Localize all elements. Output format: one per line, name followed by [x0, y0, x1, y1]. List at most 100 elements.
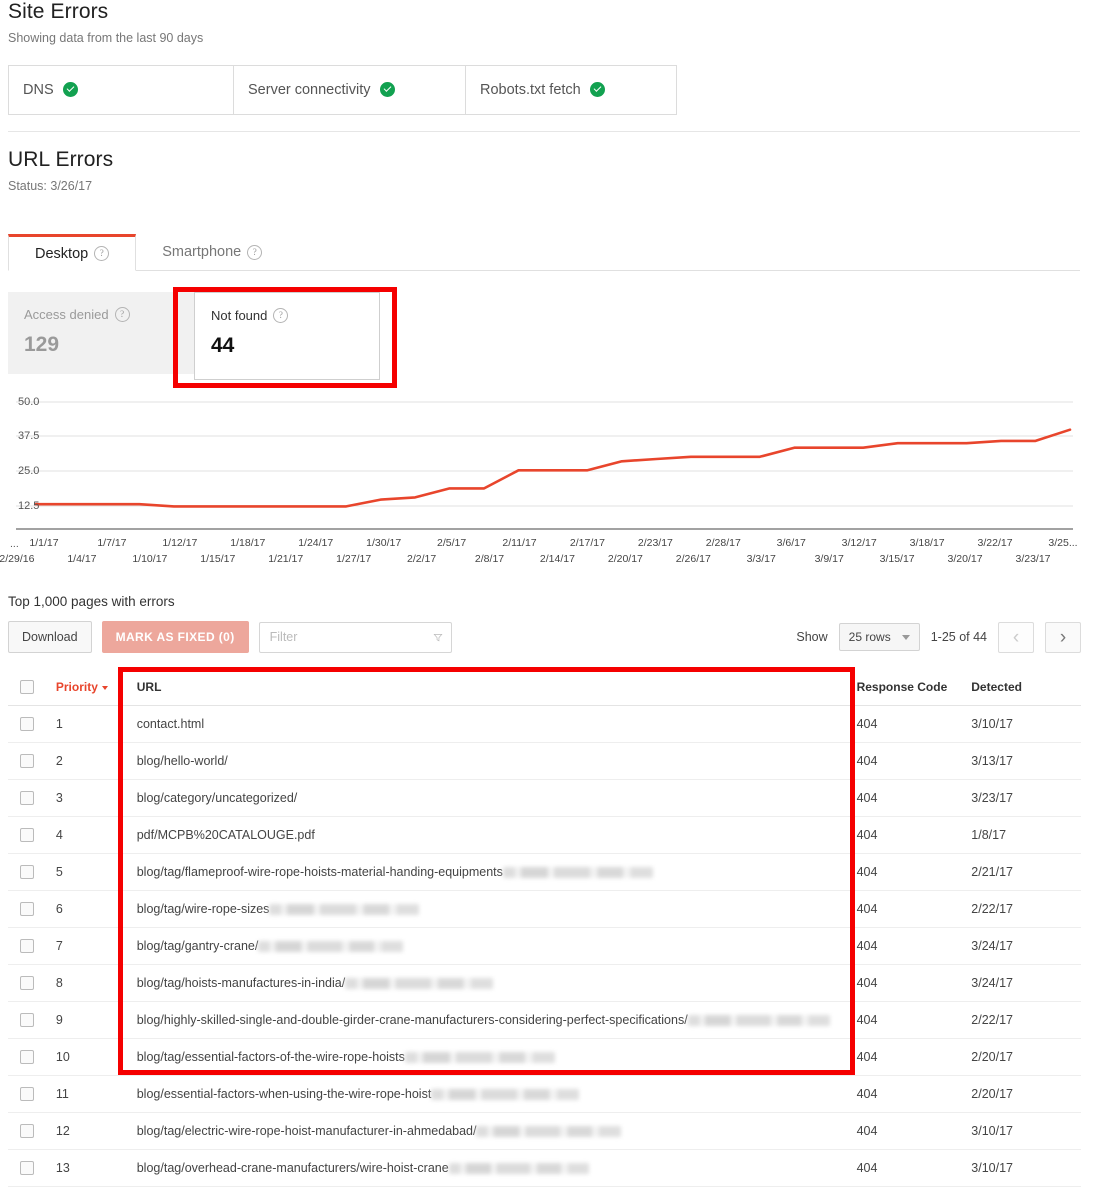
row-checkbox[interactable] [20, 1050, 34, 1064]
select-all-checkbox[interactable] [20, 680, 34, 694]
cell-url-text: blog/tag/wire-rope-sizes [136, 902, 270, 916]
x-tick-label: 2/20/17 [607, 553, 643, 565]
redacted-domain [404, 1052, 555, 1063]
cell-url[interactable]: blog/tag/gantry-crane/ [121, 927, 857, 965]
filter-input[interactable] [267, 629, 433, 645]
table-row[interactable]: 7 blog/tag/gantry-crane/404 3/24/17 [8, 927, 1081, 965]
help-icon[interactable]: ? [114, 307, 130, 322]
row-checkbox[interactable] [20, 1124, 34, 1138]
row-checkbox[interactable] [20, 754, 34, 768]
error-card-label-text: Access denied [24, 307, 109, 322]
table-row[interactable]: 2 blog/hello-world/404 3/13/17 [8, 742, 1081, 780]
help-icon[interactable]: ? [273, 308, 289, 323]
cell-url[interactable]: blog/tag/essential-factors-of-the-wire-r… [121, 1038, 857, 1076]
mark-as-fixed-button[interactable]: MARK AS FIXED (0) [101, 621, 249, 653]
cell-url-text: blog/category/uncategorized/ [136, 791, 298, 805]
tab-desktop[interactable]: Desktop ? [8, 234, 137, 271]
row-checkbox[interactable] [20, 717, 34, 731]
site-check-dns[interactable]: DNS [9, 66, 234, 114]
previous-page-button[interactable]: ‹ [998, 621, 1034, 653]
funnel-icon[interactable] [433, 630, 443, 645]
url-errors-title: URL Errors [8, 148, 114, 171]
cell-priority: 6 [55, 890, 122, 928]
x-tick-label: 3/22/17 [977, 537, 1013, 549]
cell-url[interactable]: contact.html [121, 705, 857, 743]
table-row[interactable]: 10 blog/tag/essential-factors-of-the-wire… [8, 1038, 1081, 1076]
y-tick-50: 50.0 [18, 396, 40, 408]
row-checkbox[interactable] [20, 902, 34, 916]
chart-series-line [34, 428, 1072, 508]
cell-url[interactable]: blog/category/uncategorized/ [121, 779, 857, 817]
row-checkbox[interactable] [20, 865, 34, 879]
help-icon[interactable]: ? [247, 244, 263, 260]
cell-url-text: blog/tag/flameproof-wire-rope-hoists-mat… [136, 865, 503, 879]
filter-field[interactable] [258, 621, 452, 653]
table-row[interactable]: 4 pdf/MCPB%20CATALOUGE.pdf 404 1/8/17 [8, 816, 1081, 854]
x-axis-leading-ellipsis: ... [10, 538, 19, 550]
table-row[interactable]: 8 blog/tag/hoists-manufactures-in-india/4… [8, 964, 1081, 1002]
error-card-not-found-value: 44 [211, 334, 235, 357]
table-row[interactable]: 3 blog/category/uncategorized/404 3/23/17 [8, 779, 1081, 817]
cell-url-text: contact.html [136, 717, 205, 731]
cell-url[interactable]: blog/tag/flameproof-wire-rope-hoists-mat… [121, 853, 857, 891]
x-tick-label: 1/12/17 [162, 537, 198, 549]
cell-url-text: pdf/MCPB%20CATALOUGE.pdf [136, 828, 315, 842]
search-console-crawl-errors-page: Site Errors Showing data from the last 9… [0, 0, 1096, 1187]
cell-url[interactable]: blog/tag/wire-rope-sizes [121, 890, 857, 928]
cell-url[interactable]: blog/essential-factors-when-using-the-wi… [121, 1075, 857, 1113]
tab-smartphone[interactable]: Smartphone ? [136, 234, 288, 270]
row-select-cell [8, 890, 56, 928]
table-row[interactable]: 13 blog/tag/overhead-crane-manufacturers/… [8, 1149, 1081, 1187]
cell-url[interactable]: blog/tag/electric-wire-rope-hoist-manufa… [121, 1112, 857, 1150]
column-header-response-code[interactable]: Response Code [856, 669, 972, 706]
cell-url[interactable]: blog/highly-skilled-single-and-double-gi… [121, 1001, 857, 1039]
cell-url[interactable]: blog/tag/hoists-manufactures-in-india/ [121, 964, 857, 1002]
check-circle-icon [589, 82, 605, 97]
cell-url[interactable]: pdf/MCPB%20CATALOUGE.pdf [121, 816, 857, 854]
cell-priority: 12 [55, 1112, 122, 1150]
cell-detected: 3/24/17 [971, 927, 1081, 965]
table-row[interactable]: 12 blog/tag/electric-wire-rope-hoist-manu… [8, 1112, 1081, 1150]
cell-response-code: 404 [856, 816, 972, 854]
redacted-domain [269, 904, 420, 915]
table-row[interactable]: 11 blog/essential-factors-when-using-the-… [8, 1075, 1081, 1113]
row-checkbox[interactable] [20, 1087, 34, 1101]
row-checkbox[interactable] [20, 828, 34, 842]
site-check-server-connectivity[interactable]: Server connectivity [234, 66, 466, 114]
cell-priority: 4 [55, 816, 122, 854]
table-row[interactable]: 1 contact.html 404 3/10/17 [8, 705, 1081, 743]
column-header-priority[interactable]: Priority [55, 669, 122, 706]
rows-per-page-value: 25 rows [848, 630, 891, 644]
row-checkbox[interactable] [20, 976, 34, 990]
site-check-robots-txt-fetch[interactable]: Robots.txt fetch [466, 66, 690, 114]
row-checkbox[interactable] [20, 1013, 34, 1027]
table-row[interactable]: 5 blog/tag/flameproof-wire-rope-hoists-ma… [8, 853, 1081, 891]
next-page-button[interactable]: › [1045, 621, 1081, 653]
error-card-access-denied[interactable]: Access denied ? 129 [8, 292, 194, 374]
cell-response-code: 404 [856, 1112, 972, 1150]
error-type-cards: Access denied ? 129 Not found ? 44 [8, 292, 380, 382]
redacted-domain [258, 941, 404, 952]
url-errors-section: URL Errors Status: 3/26/17 [8, 148, 1088, 193]
column-header-url[interactable]: URL [121, 669, 857, 706]
url-errors-table: Priority URL Response Code Detected 1 con… [8, 669, 1081, 1187]
help-icon[interactable]: ? [94, 246, 110, 261]
row-checkbox[interactable] [20, 939, 34, 953]
table-row[interactable]: 6 blog/tag/wire-rope-sizes 404 2/22/17 [8, 890, 1081, 928]
page-title: Site Errors [8, 0, 109, 23]
cell-url-text: blog/hello-world/ [136, 754, 228, 768]
table-row[interactable]: 9 blog/highly-skilled-single-and-double-g… [8, 1001, 1081, 1039]
cell-url[interactable]: blog/hello-world/ [121, 742, 857, 780]
error-card-not-found[interactable]: Not found ? 44 [194, 292, 380, 380]
row-checkbox[interactable] [20, 1161, 34, 1175]
rows-per-page-select[interactable]: 25 rows [838, 623, 920, 651]
download-button[interactable]: Download [8, 621, 92, 653]
cell-url-text: blog/essential-factors-when-using-the-wi… [136, 1087, 432, 1101]
cell-url[interactable]: blog/tag/overhead-crane-manufacturers/wi… [121, 1149, 857, 1187]
x-tick-label: 2/2/17 [406, 553, 437, 565]
x-tick-label: 3/20/17 [947, 553, 983, 565]
column-header-detected[interactable]: Detected [971, 669, 1081, 706]
x-tick-label: 1/15/17 [200, 553, 236, 565]
row-select-cell [8, 816, 56, 854]
row-checkbox[interactable] [20, 791, 34, 805]
